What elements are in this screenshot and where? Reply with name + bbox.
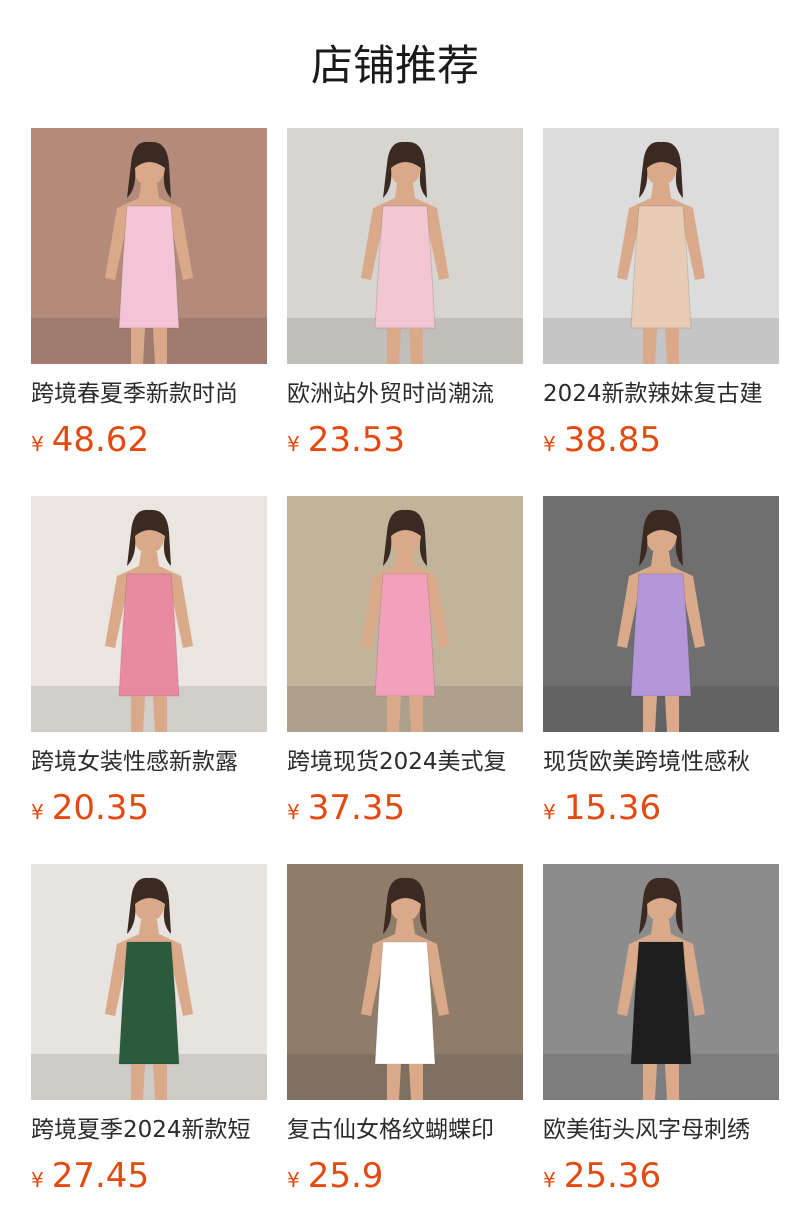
- product-price: ¥15.36: [543, 788, 779, 828]
- product-image[interactable]: [543, 864, 779, 1100]
- product-image[interactable]: [543, 128, 779, 364]
- product-price: ¥23.53: [287, 420, 523, 460]
- currency-symbol: ¥: [31, 1168, 44, 1192]
- product-photo: [31, 128, 267, 364]
- product-card[interactable]: 欧洲站外贸时尚潮流 ¥23.53: [287, 128, 523, 496]
- product-photo: [31, 864, 267, 1100]
- price-amount: 20.35: [51, 788, 150, 828]
- product-card[interactable]: 欧美街头风字母刺绣 ¥25.36: [543, 864, 779, 1232]
- currency-symbol: ¥: [543, 800, 556, 824]
- currency-symbol: ¥: [543, 1168, 556, 1192]
- product-price: ¥48.62: [31, 420, 267, 460]
- product-name[interactable]: 跨境现货2024美式复: [287, 746, 523, 778]
- product-photo: [31, 496, 267, 732]
- product-name[interactable]: 现货欧美跨境性感秋: [543, 746, 779, 778]
- price-amount: 48.62: [51, 420, 150, 460]
- product-image[interactable]: [287, 496, 523, 732]
- product-grid: 跨境春夏季新款时尚 ¥48.62 欧洲站外贸时尚潮流 ¥23.53 2024新款辣妹复古…: [31, 128, 779, 1232]
- currency-symbol: ¥: [287, 1168, 300, 1192]
- product-name[interactable]: 2024新款辣妹复古建: [543, 378, 779, 410]
- product-price: ¥37.35: [287, 788, 523, 828]
- currency-symbol: ¥: [31, 432, 44, 456]
- product-image[interactable]: [31, 128, 267, 364]
- product-name[interactable]: 欧美街头风字母刺绣: [543, 1114, 779, 1146]
- currency-symbol: ¥: [287, 432, 300, 456]
- currency-symbol: ¥: [31, 800, 44, 824]
- price-amount: 37.35: [307, 788, 406, 828]
- price-amount: 38.85: [563, 420, 662, 460]
- product-image[interactable]: [287, 864, 523, 1100]
- currency-symbol: ¥: [287, 800, 300, 824]
- product-card[interactable]: 2024新款辣妹复古建 ¥38.85: [543, 128, 779, 496]
- product-photo: [287, 128, 523, 364]
- product-card[interactable]: 复古仙女格纹蝴蝶印 ¥25.9: [287, 864, 523, 1232]
- price-amount: 25.9: [307, 1156, 384, 1196]
- product-name[interactable]: 复古仙女格纹蝴蝶印: [287, 1114, 523, 1146]
- product-card[interactable]: 跨境春夏季新款时尚 ¥48.62: [31, 128, 267, 496]
- page-title: 店铺推荐: [310, 41, 479, 90]
- product-photo: [543, 496, 779, 732]
- product-card[interactable]: 跨境女装性感新款露 ¥20.35: [31, 496, 267, 864]
- product-photo: [287, 496, 523, 732]
- price-amount: 25.36: [563, 1156, 662, 1196]
- price-amount: 27.45: [51, 1156, 150, 1196]
- product-name[interactable]: 欧洲站外贸时尚潮流: [287, 378, 523, 410]
- product-image[interactable]: [287, 128, 523, 364]
- product-card[interactable]: 现货欧美跨境性感秋 ¥15.36: [543, 496, 779, 864]
- product-photo: [287, 864, 523, 1100]
- product-price: ¥20.35: [31, 788, 267, 828]
- product-photo: [543, 128, 779, 364]
- product-image[interactable]: [543, 496, 779, 732]
- product-price: ¥38.85: [543, 420, 779, 460]
- product-price: ¥25.9: [287, 1156, 523, 1196]
- product-name[interactable]: 跨境春夏季新款时尚: [31, 378, 267, 410]
- price-amount: 15.36: [563, 788, 662, 828]
- product-price: ¥25.36: [543, 1156, 779, 1196]
- store-recommendations-page: 店铺推荐 跨境春夏季新款时尚 ¥48.62 欧洲站外贸时尚潮流 ¥23.53 2024新…: [0, 0, 790, 1232]
- product-name[interactable]: 跨境女装性感新款露: [31, 746, 267, 778]
- price-amount: 23.53: [307, 420, 406, 460]
- currency-symbol: ¥: [543, 432, 556, 456]
- product-card[interactable]: 跨境现货2024美式复 ¥37.35: [287, 496, 523, 864]
- product-name[interactable]: 跨境夏季2024新款短: [31, 1114, 267, 1146]
- product-card[interactable]: 跨境夏季2024新款短 ¥27.45: [31, 864, 267, 1232]
- product-image[interactable]: [31, 864, 267, 1100]
- product-price: ¥27.45: [31, 1156, 267, 1196]
- product-photo: [543, 864, 779, 1100]
- product-image[interactable]: [31, 496, 267, 732]
